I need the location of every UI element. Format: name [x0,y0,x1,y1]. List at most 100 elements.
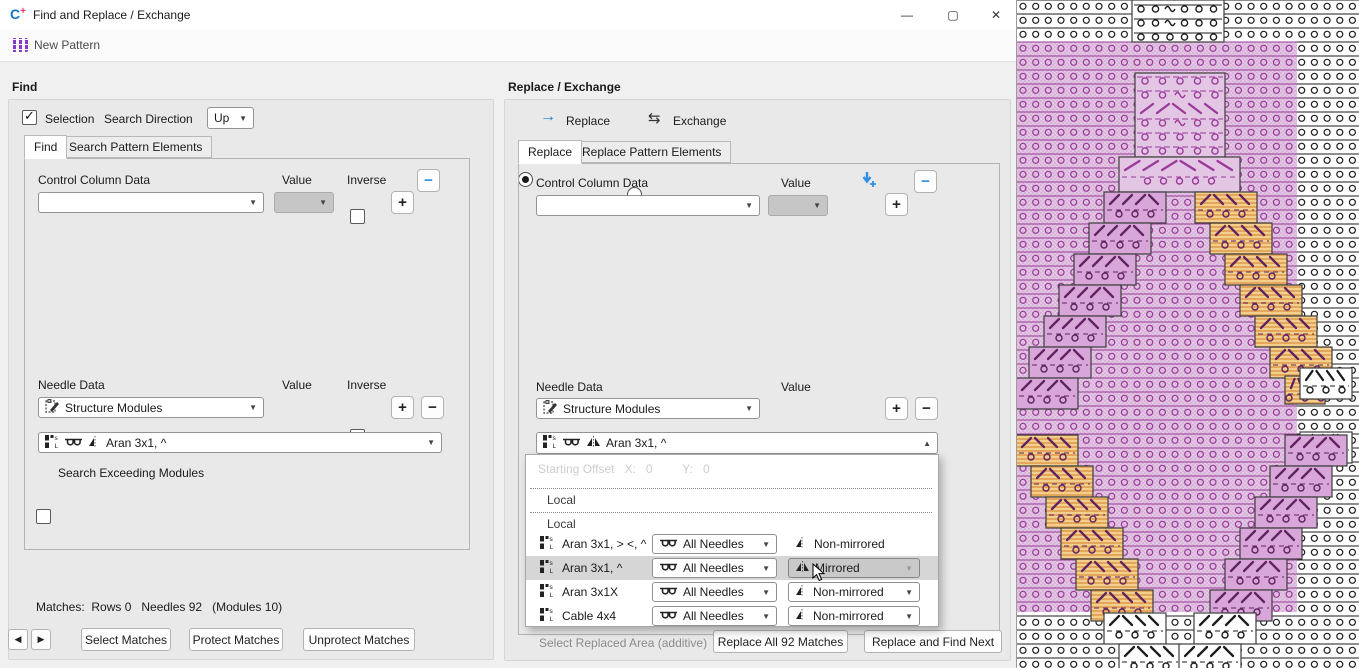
popup-separator [530,488,932,489]
replace-all-matches-button[interactable]: Replace All 92 Matches [713,630,848,653]
needles-select[interactable]: All Needles [652,606,777,626]
svg-text:L: L [55,443,59,449]
minus-icon: − [921,173,930,190]
control-column-value-select [274,192,334,213]
module-dropdown-popup: Starting Offset X: 0 Y: 0 Local Local sL… [525,454,939,627]
inverse-label: Inverse [347,378,386,392]
mirrored-icon [586,436,601,450]
replace-radio-label: Replace [566,114,610,128]
svg-text:s: s [550,608,554,615]
minimize-button[interactable]: — [884,0,930,30]
exchange-arrows-icon: ⇆ [648,109,661,127]
app-icon: C+ [10,6,26,22]
add-from-selection-button[interactable] [856,169,882,195]
module-option-row[interactable]: sLAran 3x1, ^All NeedlesMirrored [526,556,938,580]
arrow-down-plus-icon [860,171,878,193]
mirror-mode-select[interactable]: Non-mirrored [788,582,920,602]
close-button[interactable]: ✕ [976,0,1016,30]
new-pattern-button[interactable]: New Pattern [34,38,100,52]
select-replaced-area-label: Select Replaced Area (additive) [539,636,707,650]
structure-modules-icon [543,400,558,418]
needle-data-select[interactable]: Structure Modules [536,398,760,419]
mirror-mode-select[interactable]: Non-mirrored [788,606,920,626]
non-mirrored-icon [795,585,808,599]
pattern-grid[interactable] [1017,0,1359,668]
search-direction-label: Search Direction [104,112,193,126]
needles-select[interactable]: All Needles [652,582,777,602]
svg-text:s: s [55,435,59,442]
module-option-name: Cable 4x4 [562,609,652,623]
svg-text:L: L [553,443,557,449]
tab-search-pattern-elements[interactable]: Search Pattern Elements [59,136,212,158]
chevron-down-icon [762,540,770,549]
mirror-mode-select[interactable]: Mirrored [788,558,920,578]
module-option-name: Aran 3x1X [562,585,652,599]
add-control-column-button[interactable]: + [885,193,908,216]
needles-icon [64,436,83,450]
app-window: C+ Find and Replace / Exchange — ▢ ✕ New… [0,0,1359,668]
structure-modules-icon [45,399,60,417]
svg-text:L: L [550,544,554,550]
module-option-row[interactable]: sL Cable 4x4All Needles Non-mirrored [526,604,938,628]
needle-data-select[interactable]: Structure Modules [38,397,264,418]
chevron-down-icon [905,588,913,597]
protect-matches-button[interactable]: Protect Matches [189,628,283,651]
prev-match-button[interactable]: ◀ [8,629,28,650]
remove-needle-data-button[interactable]: − [421,396,444,419]
matches-status: Matches: Rows 0 Needles 92 (Modules 10) [36,600,282,614]
svg-text:s: s [550,584,554,591]
search-exceeding-checkbox[interactable] [36,509,51,524]
popup-ghost-text: Starting Offset X: 0 Y: 0 [538,462,710,476]
module-option-row[interactable]: sLAran 3x1, > <, ^All NeedlesNon-mirrore… [526,532,938,556]
unprotect-matches-button[interactable]: Unprotect Matches [303,628,415,651]
next-match-button[interactable]: ▶ [31,629,51,650]
chevron-down-icon [427,438,435,447]
chevron-down-icon [762,588,770,597]
module-option-name: Aran 3x1, ^ [562,561,652,575]
search-direction-select[interactable]: Up [207,107,254,129]
control-column-value-select [768,195,828,216]
control-column-data-select[interactable] [38,192,264,213]
selection-checkbox[interactable] [22,110,37,125]
tab-find[interactable]: Find [24,135,67,159]
module-sl-icon: sL [540,607,554,625]
svg-text:s: s [553,435,557,442]
control-column-data-label: Control Column Data [536,176,648,190]
control-column-data-select[interactable] [536,195,760,216]
module-option-list: sLAran 3x1, > <, ^All NeedlesNon-mirrore… [526,532,938,628]
chevron-down-icon [745,404,753,413]
control-column-inverse-checkbox[interactable] [350,209,365,224]
add-needle-data-button[interactable]: + [391,396,414,419]
needles-select[interactable]: All Needles [652,534,777,554]
module-option-row[interactable]: sLAran 3x1XAll NeedlesNon-mirrored [526,580,938,604]
popup-group-label: Local [547,493,576,507]
replace-module-select[interactable]: sL Aran 3x1, ^ [536,432,938,454]
value-label: Value [282,378,312,392]
search-exceeding-label: Search Exceeding Modules [58,466,204,480]
add-needle-data-button[interactable]: + [885,397,908,420]
remove-control-column-button[interactable]: − [417,169,440,192]
popup-separator [530,512,932,513]
select-matches-button[interactable]: Select Matches [81,628,171,651]
non-mirrored-icon [88,436,101,450]
mirrored-icon [795,561,810,575]
module-option-name: Aran 3x1, > <, ^ [562,537,652,551]
replace-section-header: Replace / Exchange [508,80,621,94]
needles-select[interactable]: All Needles [652,558,777,578]
popup-group-label: Local [547,517,576,531]
module-sl-icon: sL [45,434,59,452]
needle-data-label: Needle Data [38,378,105,392]
tab-replace-pattern-elements[interactable]: Replace Pattern Elements [572,141,731,163]
find-module-select[interactable]: sL Aran 3x1, ^ [38,432,442,453]
chevron-down-icon [762,564,770,573]
add-control-column-button[interactable]: + [391,191,414,214]
tab-replace[interactable]: Replace [518,140,582,164]
plus-icon: + [892,400,901,417]
plus-icon: + [398,399,407,416]
chevron-down-icon [319,198,327,207]
maximize-button[interactable]: ▢ [930,0,976,30]
value-label: Value [781,176,811,190]
remove-needle-data-button[interactable]: − [915,397,938,420]
remove-control-column-button[interactable]: − [914,170,937,193]
replace-and-find-next-button[interactable]: Replace and Find Next [864,630,1002,653]
